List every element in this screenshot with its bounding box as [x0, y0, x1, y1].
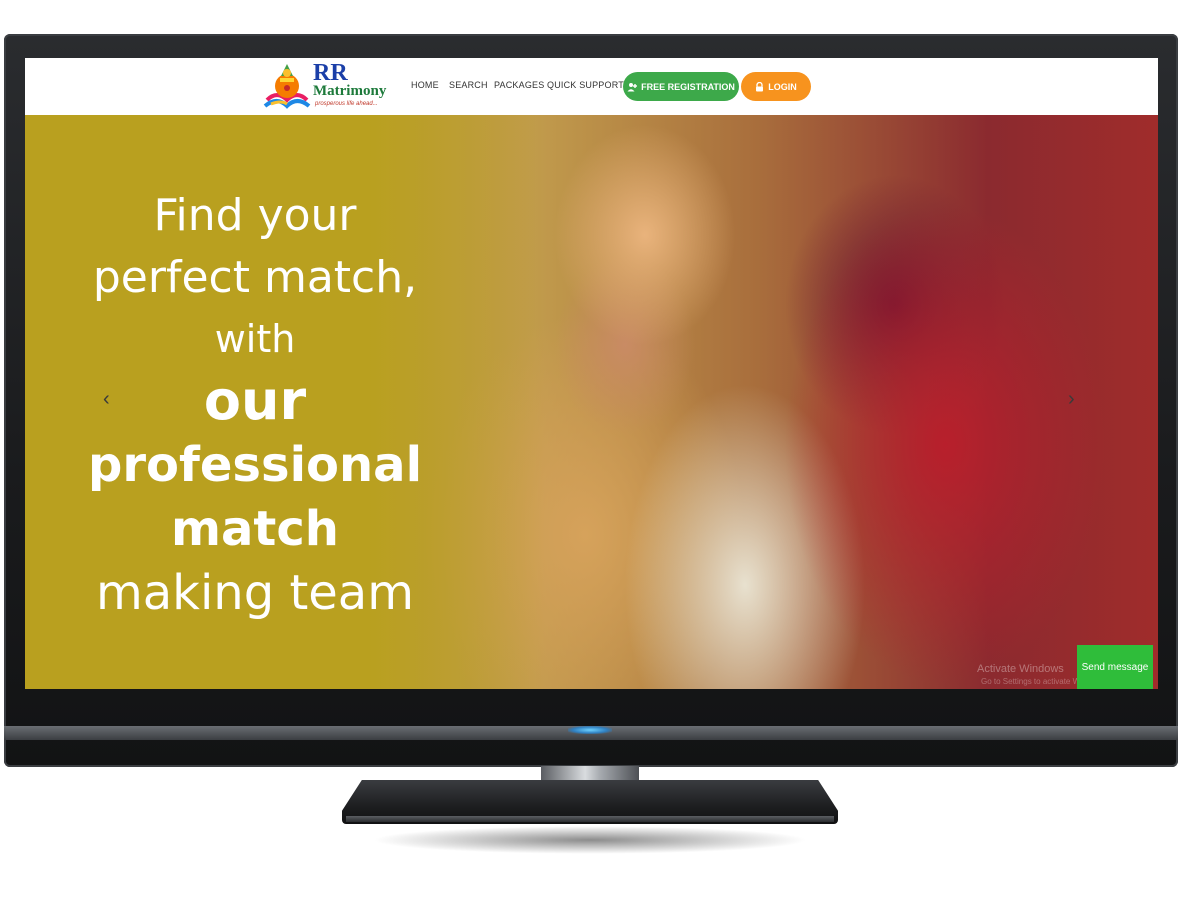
- brand-name-matrimony: Matrimony: [313, 83, 387, 99]
- hero-line-7: making team: [96, 565, 414, 621]
- login-label: LOGIN: [768, 81, 797, 92]
- nav-home[interactable]: HOME: [411, 80, 439, 90]
- carousel-next-arrow-icon[interactable]: ›: [1068, 388, 1075, 411]
- nav-packages[interactable]: PACKAGES: [494, 80, 544, 90]
- brand-tagline: prosperous life ahead...: [315, 101, 378, 107]
- carousel-prev-arrow-icon[interactable]: ‹: [103, 388, 110, 411]
- brand-logo[interactable]: RR Matrimony prosperous life ahead...: [261, 60, 393, 112]
- user-plus-icon: [627, 82, 638, 91]
- login-button[interactable]: LOGIN: [741, 72, 811, 101]
- hero-line-5: professional: [87, 437, 423, 493]
- hero-carousel: Find your perfect match, with our profes…: [25, 115, 1158, 689]
- nav-quick-support-label: QUICK SUPPORT: [547, 80, 624, 90]
- hero-headline: Find your perfect match, with our profes…: [85, 185, 425, 625]
- nav-quick-support[interactable]: QUICK SUPPORT: [547, 80, 633, 90]
- hero-line-3: with: [214, 317, 296, 361]
- activate-windows-watermark: Activate Windows: [977, 663, 1064, 675]
- tv-screen: RR Matrimony prosperous life ahead... HO…: [25, 58, 1158, 689]
- hero-line-6: match: [171, 501, 339, 557]
- lock-icon: [756, 81, 764, 91]
- free-registration-button[interactable]: FREE REGISTRATION: [623, 72, 739, 101]
- hero-line-4: our: [203, 369, 307, 432]
- hero-line-1: Find your: [153, 190, 357, 241]
- nav-search[interactable]: SEARCH: [449, 80, 488, 90]
- tv-stand-base-edge: [346, 816, 834, 822]
- kalash-logo-icon: [263, 64, 311, 109]
- hero-line-2: perfect match,: [92, 252, 418, 303]
- navbar: RR Matrimony prosperous life ahead... HO…: [25, 58, 1158, 116]
- free-registration-label: FREE REGISTRATION: [641, 81, 735, 92]
- send-message-button[interactable]: Send message: [1077, 645, 1153, 689]
- power-led: [568, 726, 612, 734]
- tv-stand-shadow: [372, 826, 808, 854]
